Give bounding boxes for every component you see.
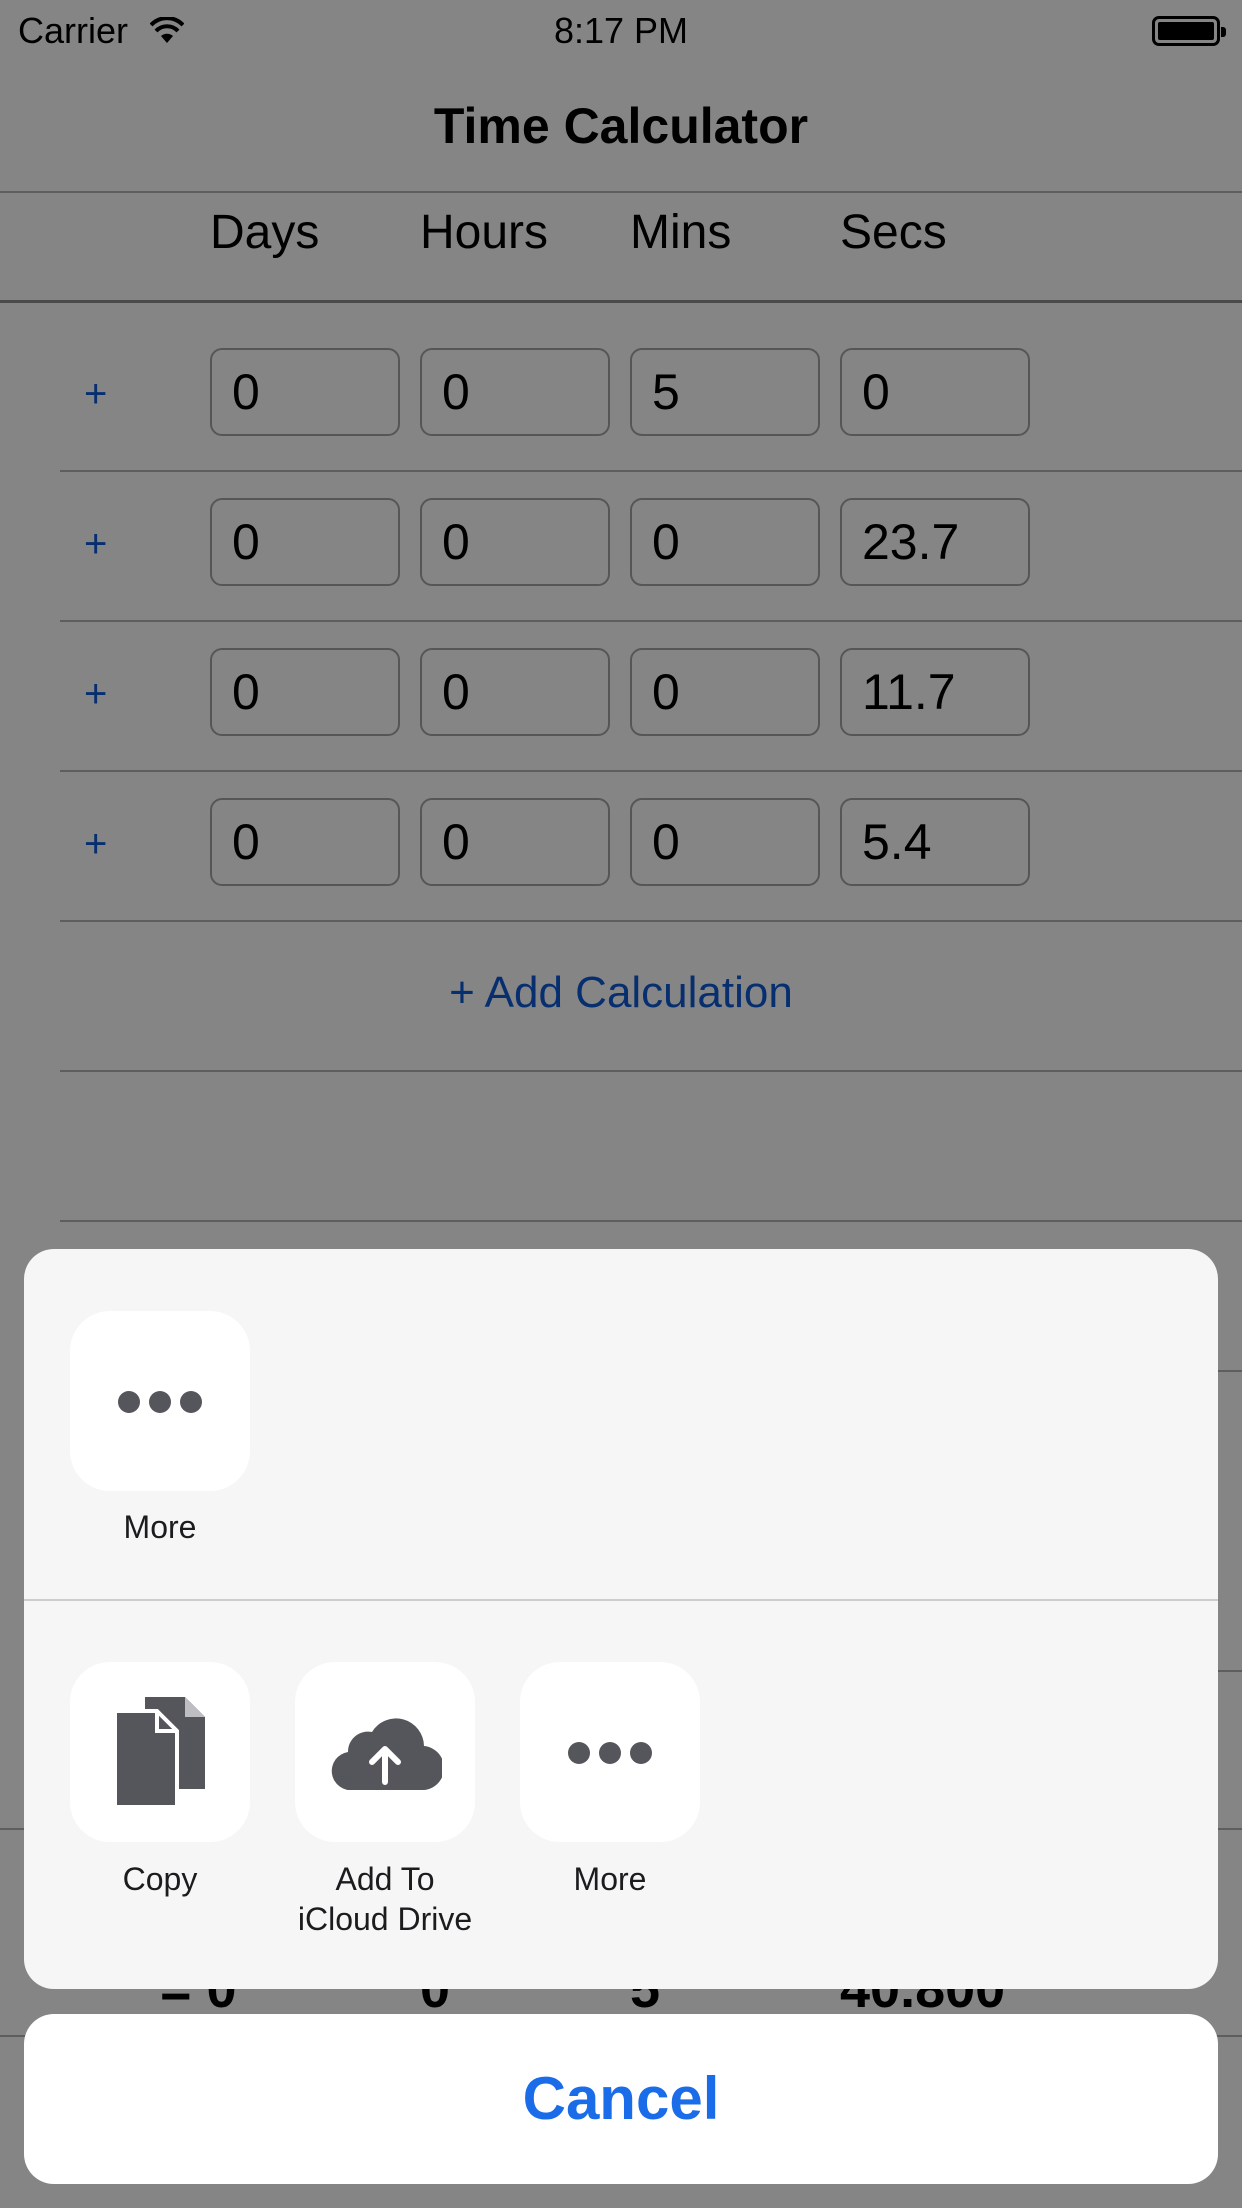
share-sheet: More Copy Add To iCloud Drive More [24, 1249, 1218, 1989]
copy-button[interactable] [70, 1662, 250, 1842]
sheet-divider [24, 1599, 1218, 1601]
add-to-icloud-drive-button[interactable] [295, 1662, 475, 1842]
copy-label: Copy [122, 1861, 198, 1897]
more-icon [568, 1742, 652, 1764]
cancel-button[interactable]: Cancel [24, 2014, 1218, 2184]
icloud-upload-icon [331, 1718, 442, 1790]
more-activity-button[interactable] [70, 1311, 250, 1491]
add-to-icloud-drive-label: Add To iCloud Drive [297, 1861, 473, 1937]
more-icon [118, 1391, 202, 1413]
copy-icon [115, 1697, 205, 1807]
more-action-button[interactable] [520, 1662, 700, 1842]
more-action-label: More [573, 1861, 647, 1897]
more-activity-label: More [123, 1509, 197, 1545]
